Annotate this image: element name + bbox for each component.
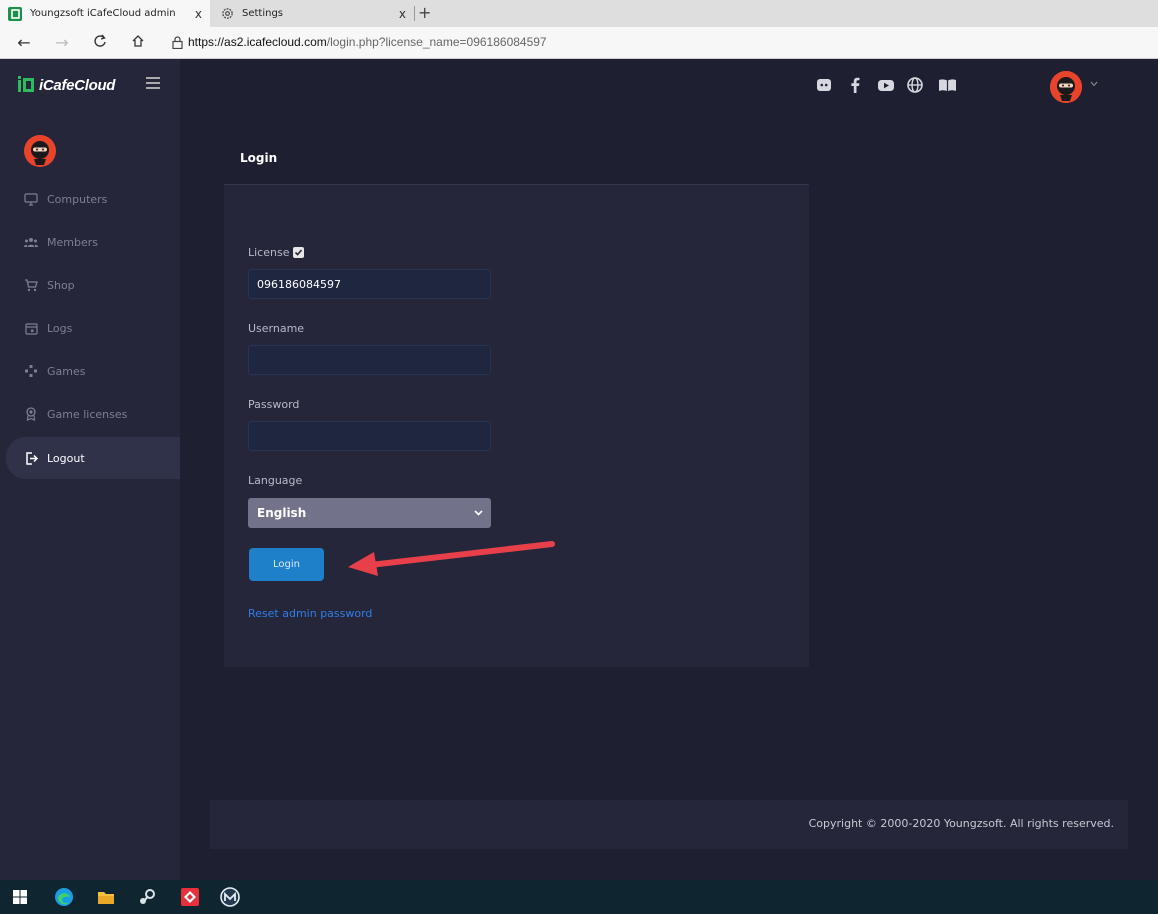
- url-path: /login.php?license_name=096186084597: [326, 35, 547, 49]
- sidebar-avatar[interactable]: [24, 135, 56, 170]
- chevron-down-icon: [474, 507, 483, 521]
- tab-close-icon[interactable]: x: [399, 7, 406, 21]
- url-field[interactable]: https://as2.icafecloud.com/login.php?lic…: [188, 35, 547, 49]
- password-input[interactable]: [248, 421, 491, 451]
- gear-icon: [220, 7, 234, 21]
- new-tab-button[interactable]: +: [418, 3, 431, 22]
- tab-settings[interactable]: Settings x: [212, 0, 414, 27]
- icafecloud-logo[interactable]: iCafeCloud: [18, 76, 115, 94]
- login-button[interactable]: Login: [249, 548, 324, 581]
- sidebar-item-games[interactable]: Games: [0, 350, 180, 392]
- tab-icafecloud-admin[interactable]: Youngzsoft iCafeCloud admin x: [0, 0, 210, 27]
- tab-separator: [414, 6, 415, 21]
- page-title: Login: [240, 151, 278, 165]
- gamepad-icon: [24, 364, 38, 378]
- refresh-icon[interactable]: [90, 33, 110, 52]
- ninja-avatar-icon: [24, 135, 56, 167]
- language-selected-value: English: [257, 506, 307, 520]
- award-icon: [24, 407, 38, 421]
- footer: Copyright © 2000-2020 Youngzsoft. All ri…: [210, 800, 1128, 849]
- language-label: Language: [248, 474, 303, 487]
- browser-tab-bar: Youngzsoft iCafeCloud admin x Settings x…: [0, 0, 1158, 27]
- calendar-icon: [24, 321, 38, 335]
- icafecloud-logo-icon: [18, 76, 34, 92]
- globe-icon[interactable]: [907, 77, 923, 96]
- chevron-down-icon[interactable]: [1090, 79, 1098, 90]
- forward-icon[interactable]: →: [52, 33, 72, 52]
- sidebar-item-label: Shop: [47, 278, 75, 292]
- brand-bar: iCafeCloud: [0, 59, 180, 114]
- sidebar-item-label: Logs: [47, 321, 73, 335]
- lock-icon: [172, 36, 183, 52]
- home-icon[interactable]: [128, 33, 148, 52]
- copyright-text: Copyright © 2000-2020 Youngzsoft. All ri…: [808, 817, 1114, 830]
- file-explorer-icon[interactable]: [96, 887, 116, 907]
- taskbar: [0, 880, 1158, 914]
- youtube-icon[interactable]: [877, 77, 895, 96]
- license-input[interactable]: [248, 269, 491, 299]
- url-host: https://as2.icafecloud.com: [188, 35, 327, 49]
- app-m-icon[interactable]: [220, 887, 240, 907]
- menu-toggle-icon[interactable]: [146, 77, 160, 92]
- sidebar-item-label: Computers: [47, 192, 108, 206]
- users-icon: [24, 235, 38, 249]
- monitor-icon: [24, 192, 38, 206]
- icafecloud-favicon-icon: [8, 6, 22, 21]
- sidebar-item-label: Games: [47, 364, 86, 378]
- tab-close-icon[interactable]: x: [195, 7, 202, 21]
- windows-start-icon[interactable]: [10, 887, 30, 907]
- sidebar-item-logs[interactable]: Logs: [0, 307, 180, 349]
- reset-admin-password-link[interactable]: Reset admin password: [248, 607, 372, 620]
- sidebar-item-label: Members: [47, 235, 98, 249]
- sidebar-item-logout[interactable]: Logout: [6, 437, 180, 479]
- username-input[interactable]: [248, 345, 491, 375]
- license-checkbox[interactable]: [293, 247, 305, 258]
- logo-text: iCafeCloud: [39, 76, 116, 94]
- sidebar-item-game-licenses[interactable]: Game licenses: [0, 393, 180, 435]
- ninja-avatar-icon: [1050, 71, 1082, 103]
- sidebar-item-label: Game licenses: [47, 407, 128, 421]
- steam-icon[interactable]: [137, 887, 157, 907]
- sidebar-item-computers[interactable]: Computers: [0, 178, 180, 220]
- anydesk-icon[interactable]: [180, 887, 200, 907]
- annotation-arrow: [348, 541, 555, 576]
- cart-icon: [24, 278, 38, 292]
- license-label-text: License: [248, 246, 290, 259]
- book-icon[interactable]: [938, 77, 957, 96]
- sidebar-item-label: Logout: [47, 451, 85, 465]
- sidebar: Computers Members Shop Logs Games Game l…: [0, 114, 180, 880]
- tab-title: Youngzsoft iCafeCloud admin: [30, 8, 176, 19]
- edge-browser-icon[interactable]: [54, 887, 74, 907]
- back-icon[interactable]: ←: [14, 33, 34, 52]
- sidebar-item-shop[interactable]: Shop: [0, 264, 180, 306]
- sidebar-item-members[interactable]: Members: [0, 221, 180, 263]
- discord-icon[interactable]: [816, 77, 832, 96]
- checkmark-icon: [295, 249, 303, 256]
- license-label: License: [248, 246, 305, 259]
- logout-icon: [24, 451, 38, 465]
- app-header: iCafeCloud: [0, 59, 1158, 114]
- facebook-icon[interactable]: [849, 77, 861, 96]
- language-select[interactable]: English: [248, 498, 491, 528]
- password-label: Password: [248, 398, 300, 411]
- user-avatar[interactable]: [1050, 71, 1082, 103]
- username-label: Username: [248, 322, 305, 335]
- address-bar: ← → https://as2.icafecloud.com/login.php…: [0, 27, 1158, 59]
- tab-title: Settings: [242, 8, 284, 19]
